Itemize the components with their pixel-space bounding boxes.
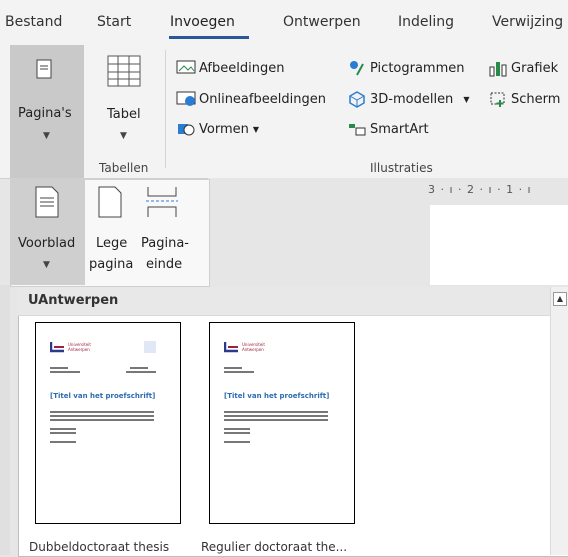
chart-icon xyxy=(489,62,507,77)
online-picture-icon xyxy=(176,91,196,106)
pictogrammen-label: Pictogrammen xyxy=(370,60,465,76)
logo-text-2: Antwerpen xyxy=(242,347,264,352)
gallery-scrollbar[interactable] xyxy=(550,287,568,555)
onlineafbeeldingen-label: Onlineafbeeldingen xyxy=(199,91,326,107)
text-line xyxy=(224,371,254,373)
gallery-header-label: UAntwerpen xyxy=(28,293,119,308)
text-line xyxy=(224,411,328,413)
cover-page-icon xyxy=(35,186,59,218)
group-label-illustraties: Illustraties xyxy=(370,161,433,175)
paginaeinde-label-2[interactable]: einde xyxy=(146,257,182,272)
tab-ontwerpen[interactable]: Ontwerpen xyxy=(283,14,361,30)
text-line xyxy=(126,371,156,373)
voorblad-label: Voorblad xyxy=(18,236,76,251)
grafiek-label: Grafiek xyxy=(511,60,559,76)
uantwerpen-logo-icon xyxy=(224,342,238,353)
3d-modellen-button[interactable]: 3D-modellen ▼ xyxy=(347,89,469,109)
group-separator xyxy=(165,50,166,168)
chevron-down-icon: ▼ xyxy=(43,260,50,270)
text-line xyxy=(50,432,76,434)
schermafbeelding-label: Scherm xyxy=(511,91,561,107)
thumbnail-title: [Titel van het proefschrift] xyxy=(50,392,156,400)
logo-placeholder xyxy=(144,341,156,353)
text-line xyxy=(50,428,76,430)
tab-indeling[interactable]: Indeling xyxy=(398,14,454,30)
page-icon xyxy=(36,59,52,79)
active-tab-indicator xyxy=(169,36,249,39)
thumbnail-title: [Titel van het proefschrift] xyxy=(224,392,330,400)
schermafbeelding-button[interactable]: Scherm xyxy=(488,89,560,109)
text-line xyxy=(224,367,242,369)
tab-verwijzingen[interactable]: Verwijzing xyxy=(492,14,563,30)
vormen-label: Vormen xyxy=(199,121,249,137)
text-line xyxy=(224,428,250,430)
vormen-button[interactable]: Vormen ▼ xyxy=(176,119,259,139)
ribbon-tab-bar: Bestand Start Invoegen Ontwerpen Indelin… xyxy=(0,0,568,42)
group-label-tabellen: Tabellen xyxy=(99,161,149,175)
afbeeldingen-button[interactable]: Afbeeldingen xyxy=(176,58,284,78)
text-line xyxy=(50,441,76,443)
afbeeldingen-label: Afbeeldingen xyxy=(199,60,285,76)
smartart-icon xyxy=(349,124,366,136)
paginaeinde-label-1[interactable]: Pagina- xyxy=(141,236,189,251)
chevron-down-icon: ▼ xyxy=(43,131,50,141)
tab-bestand[interactable]: Bestand xyxy=(5,14,62,30)
table-button-label[interactable]: Tabel xyxy=(107,107,141,122)
text-line xyxy=(224,419,328,421)
gallery-header: UAntwerpen xyxy=(18,287,550,316)
logo-text-2: Antwerpen xyxy=(68,347,90,352)
lege-pagina-label-1[interactable]: Lege xyxy=(96,236,127,251)
thumbnail-caption-dubbeldoctoraat: Dubbeldoctoraat thesis xyxy=(29,540,170,554)
smartart-label: SmartArt xyxy=(370,121,429,137)
screenshot-icon xyxy=(490,92,505,107)
chevron-down-icon: ▼ xyxy=(252,124,260,134)
text-line xyxy=(130,367,148,369)
tab-start[interactable]: Start xyxy=(97,14,131,30)
blank-page-icon[interactable] xyxy=(98,186,122,218)
text-line xyxy=(224,415,328,417)
lege-pagina-label-2[interactable]: pagina xyxy=(89,257,133,272)
chevron-down-icon: ▼ xyxy=(463,94,470,104)
left-strip xyxy=(0,285,10,555)
scroll-up-icon[interactable]: ▲ xyxy=(553,292,567,306)
text-line xyxy=(50,367,68,369)
text-line xyxy=(224,441,250,443)
thumbnail-caption-regulier: Regulier doctoraat the... xyxy=(201,540,348,554)
pictogrammen-button[interactable]: Pictogrammen xyxy=(347,58,465,78)
text-line xyxy=(50,371,80,373)
smartart-button[interactable]: SmartArt xyxy=(347,119,429,139)
uantwerpen-logo-icon xyxy=(50,342,64,353)
3d-modellen-label: 3D-modellen xyxy=(370,91,454,107)
pages-button-label: Pagina's xyxy=(18,106,72,121)
table-icon[interactable] xyxy=(107,55,141,87)
chevron-down-icon: ▼ xyxy=(120,131,127,141)
picture-icon xyxy=(176,60,196,74)
cube-icon xyxy=(349,91,365,108)
document-page[interactable] xyxy=(430,205,568,285)
cover-thumbnail-regulier[interactable]: Universiteit Antwerpen [Titel van het pr… xyxy=(209,322,355,524)
text-line xyxy=(50,419,154,421)
ruler: 3 · ı · 2 · ı · 1 · ı xyxy=(428,183,532,196)
onlineafbeeldingen-button[interactable]: Onlineafbeeldingen xyxy=(176,89,326,109)
text-line xyxy=(50,411,154,413)
tab-invoegen[interactable]: Invoegen xyxy=(170,14,235,30)
shapes-icon xyxy=(178,124,195,136)
page-break-icon[interactable] xyxy=(145,186,179,218)
icons-icon xyxy=(350,61,364,76)
cover-thumbnail-dubbeldoctoraat[interactable]: Universiteit Antwerpen [Titel van het pr… xyxy=(35,322,181,524)
text-line xyxy=(50,415,154,417)
grafiek-button[interactable]: Grafiek xyxy=(488,58,558,78)
text-line xyxy=(224,432,250,434)
